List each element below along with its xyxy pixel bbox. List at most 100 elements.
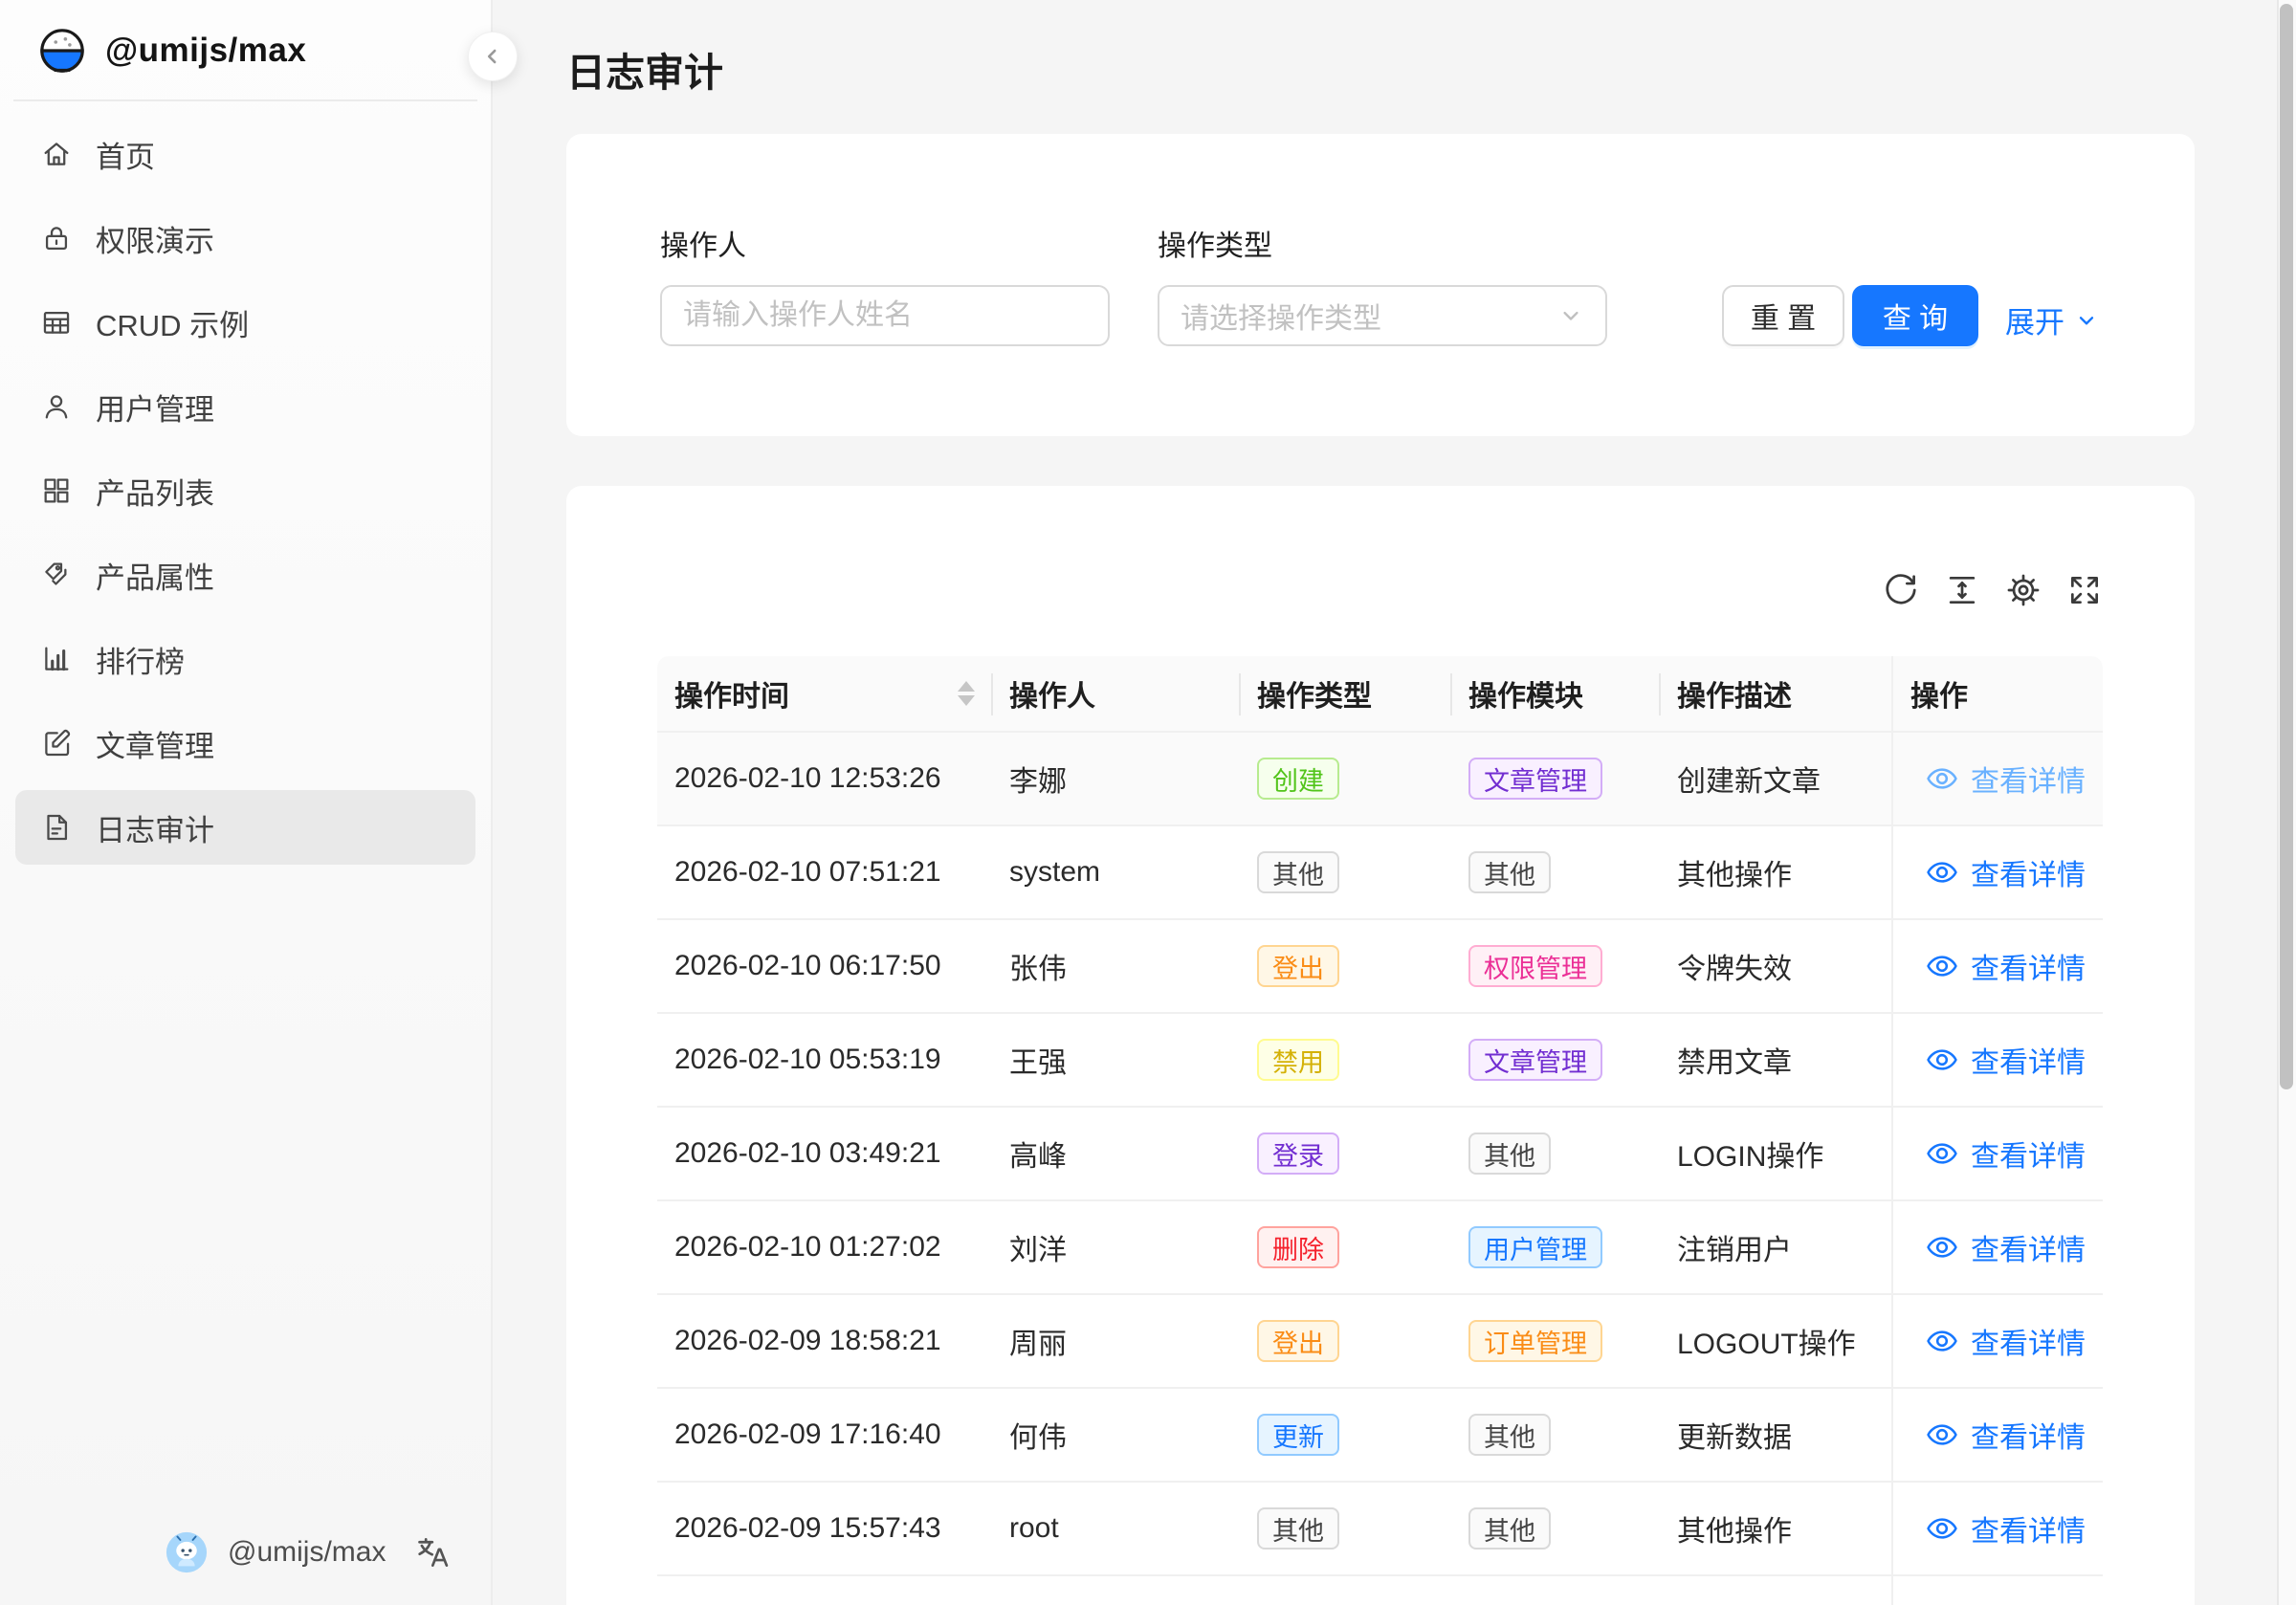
page-scrollbar-track <box>2277 0 2296 1605</box>
sidebar-item-product-list[interactable]: 产品列表 <box>15 453 475 528</box>
view-detail-link[interactable]: 查看详情 <box>1926 1414 2086 1456</box>
view-detail-link[interactable]: 查看详情 <box>1926 1226 2086 1268</box>
table-row: 2026-02-09 18:58:21 周丽 登出 订单管理 LOGOUT操作 <box>657 1295 2103 1389</box>
cell-actions: 查看详情 <box>1891 1108 2103 1199</box>
view-detail-label: 查看详情 <box>1971 1507 2086 1550</box>
cell-action-type: 其他 <box>1240 1483 1451 1574</box>
module-tag: 其他 <box>1468 1507 1551 1550</box>
chevron-down-icon <box>2074 308 2099 333</box>
user-profile[interactable]: @umijs/max <box>165 1530 386 1574</box>
page-title: 日志审计 <box>566 40 723 98</box>
cell-description: 其他操作 <box>1660 826 1891 918</box>
cell-actions: 查看详情 <box>1891 1201 2103 1293</box>
column-settings-button[interactable] <box>2005 572 2042 608</box>
view-detail-link[interactable]: 查看详情 <box>1926 1039 2086 1081</box>
cell-operator: 李娜 <box>992 733 1240 824</box>
sidebar-item-product-attributes[interactable]: 产品属性 <box>15 538 475 612</box>
sidebar-item-label: 首页 <box>96 133 155 176</box>
sidebar-item-article-management[interactable]: 文章管理 <box>15 706 475 781</box>
column-header-time[interactable]: 操作时间 <box>657 656 992 731</box>
view-detail-link[interactable]: 查看详情 <box>1926 945 2086 987</box>
reload-button[interactable] <box>1883 572 1919 608</box>
view-detail-label: 查看详情 <box>1971 1226 2086 1268</box>
language-switcher[interactable] <box>414 1534 451 1575</box>
module-tag: 用户管理 <box>1468 1226 1602 1268</box>
cell-action-type: 更新 <box>1240 1389 1451 1481</box>
translate-icon <box>414 1534 451 1571</box>
cell-time: 2026-02-10 03:49:21 <box>657 1108 992 1199</box>
action-type-tag: 创建 <box>1257 758 1339 800</box>
fullscreen-button[interactable] <box>2066 572 2103 608</box>
main-content: 日志审计 操作人 操作类型 请选择操作类型 重 置 查 询 展开 <box>495 0 2296 1605</box>
cell-actions: 查看详情 <box>1891 826 2103 918</box>
view-detail-link[interactable]: 查看详情 <box>1926 1320 2086 1362</box>
table-row: 2026-02-10 12:53:26 李娜 创建 文章管理 创建新文章 <box>657 733 2103 826</box>
cell-operator: 高峰 <box>992 1108 1240 1199</box>
sidebar-item-home[interactable]: 首页 <box>15 117 475 191</box>
select-placeholder: 请选择操作类型 <box>1181 295 1557 337</box>
sidebar-item-log-audit[interactable]: 日志审计 <box>15 790 475 865</box>
action-type-tag: 登出 <box>1257 945 1339 987</box>
app-logo[interactable]: @umijs/max <box>0 0 491 99</box>
cell-module: 文章管理 <box>1451 1014 1660 1106</box>
cell-actions: 查看详情 <box>1891 1295 2103 1387</box>
cell-actions: 查看详情 <box>1891 1389 2103 1481</box>
sidebar-item-label: 权限演示 <box>96 217 214 260</box>
table-icon <box>40 306 73 339</box>
column-header-description: 操作描述 <box>1660 656 1891 731</box>
operation-type-select[interactable]: 请选择操作类型 <box>1158 285 1607 346</box>
tags-icon <box>40 559 73 591</box>
reset-button[interactable]: 重 置 <box>1722 285 1844 346</box>
cell-actions: 查看详情 <box>1891 1014 2103 1106</box>
column-title: 操作类型 <box>1257 672 1372 715</box>
appstore-icon <box>40 474 73 507</box>
filter-card: 操作人 操作类型 请选择操作类型 重 置 查 询 展开 <box>566 134 2195 436</box>
view-detail-label: 查看详情 <box>1971 1039 2086 1081</box>
density-button[interactable] <box>1944 572 1980 608</box>
cell-operator: 何伟 <box>992 1389 1240 1481</box>
action-type-tag: 其他 <box>1257 851 1339 893</box>
chevron-left-icon <box>480 44 505 69</box>
audit-log-table: 操作时间 操作人 操作类型 操作模块 操作描述 <box>657 656 2103 1605</box>
cell-operator: root <box>992 1483 1240 1574</box>
sidebar-collapse-button[interactable] <box>468 32 518 81</box>
cell-time: 2026-02-10 06:17:50 <box>657 920 992 1012</box>
sidebar-footer: @umijs/max <box>0 1523 491 1586</box>
cell-description: LOGOUT操作 <box>1660 1295 1891 1387</box>
cell-actions: 查看详情 <box>1891 1483 2103 1574</box>
sidebar-item-permission-demo[interactable]: 权限演示 <box>15 201 475 275</box>
module-tag: 权限管理 <box>1468 945 1602 987</box>
page-scrollbar-thumb[interactable] <box>2280 4 2293 1089</box>
cell-module: 用户管理 <box>1451 1201 1660 1293</box>
cell-time: 2026-02-10 12:53:26 <box>657 733 992 824</box>
eye-icon <box>1926 1231 1958 1264</box>
action-type-tag: 禁用 <box>1257 1039 1339 1081</box>
expand-toggle[interactable]: 展开 <box>2005 298 2099 341</box>
footer-username: @umijs/max <box>228 1536 386 1569</box>
sidebar-item-leaderboard[interactable]: 排行榜 <box>15 622 475 696</box>
view-detail-link[interactable]: 查看详情 <box>1926 1132 2086 1175</box>
table-header-row: 操作时间 操作人 操作类型 操作模块 操作描述 <box>657 656 2103 733</box>
eye-icon <box>1926 950 1958 982</box>
eye-icon <box>1926 762 1958 795</box>
view-detail-link[interactable]: 查看详情 <box>1926 758 2086 800</box>
avatar <box>165 1530 209 1574</box>
view-detail-link[interactable]: 查看详情 <box>1926 851 2086 893</box>
cell-description: 更新数据 <box>1660 1389 1891 1481</box>
view-detail-link[interactable]: 查看详情 <box>1926 1507 2086 1550</box>
sidebar-menu: 首页 权限演示 CRUD 示例 用户管理 <box>0 101 491 865</box>
module-tag: 文章管理 <box>1468 758 1602 800</box>
cell-operator: system <box>992 826 1240 918</box>
cell-actions <box>1891 1576 2103 1605</box>
action-type-tag: 其他 <box>1257 1507 1339 1550</box>
cell-module: 其他 <box>1451 1483 1660 1574</box>
operator-input[interactable] <box>683 287 1087 344</box>
eye-icon <box>1926 1512 1958 1545</box>
sidebar-item-user-management[interactable]: 用户管理 <box>15 369 475 444</box>
cell-action-type: 登出 <box>1240 1295 1451 1387</box>
sidebar-item-crud-example[interactable]: CRUD 示例 <box>15 285 475 360</box>
search-button[interactable]: 查 询 <box>1852 285 1978 346</box>
bar-chart-icon <box>40 643 73 675</box>
cell-time: 2026-02-10 07:51:21 <box>657 826 992 918</box>
cell-action-type: 删除 <box>1240 1201 1451 1293</box>
